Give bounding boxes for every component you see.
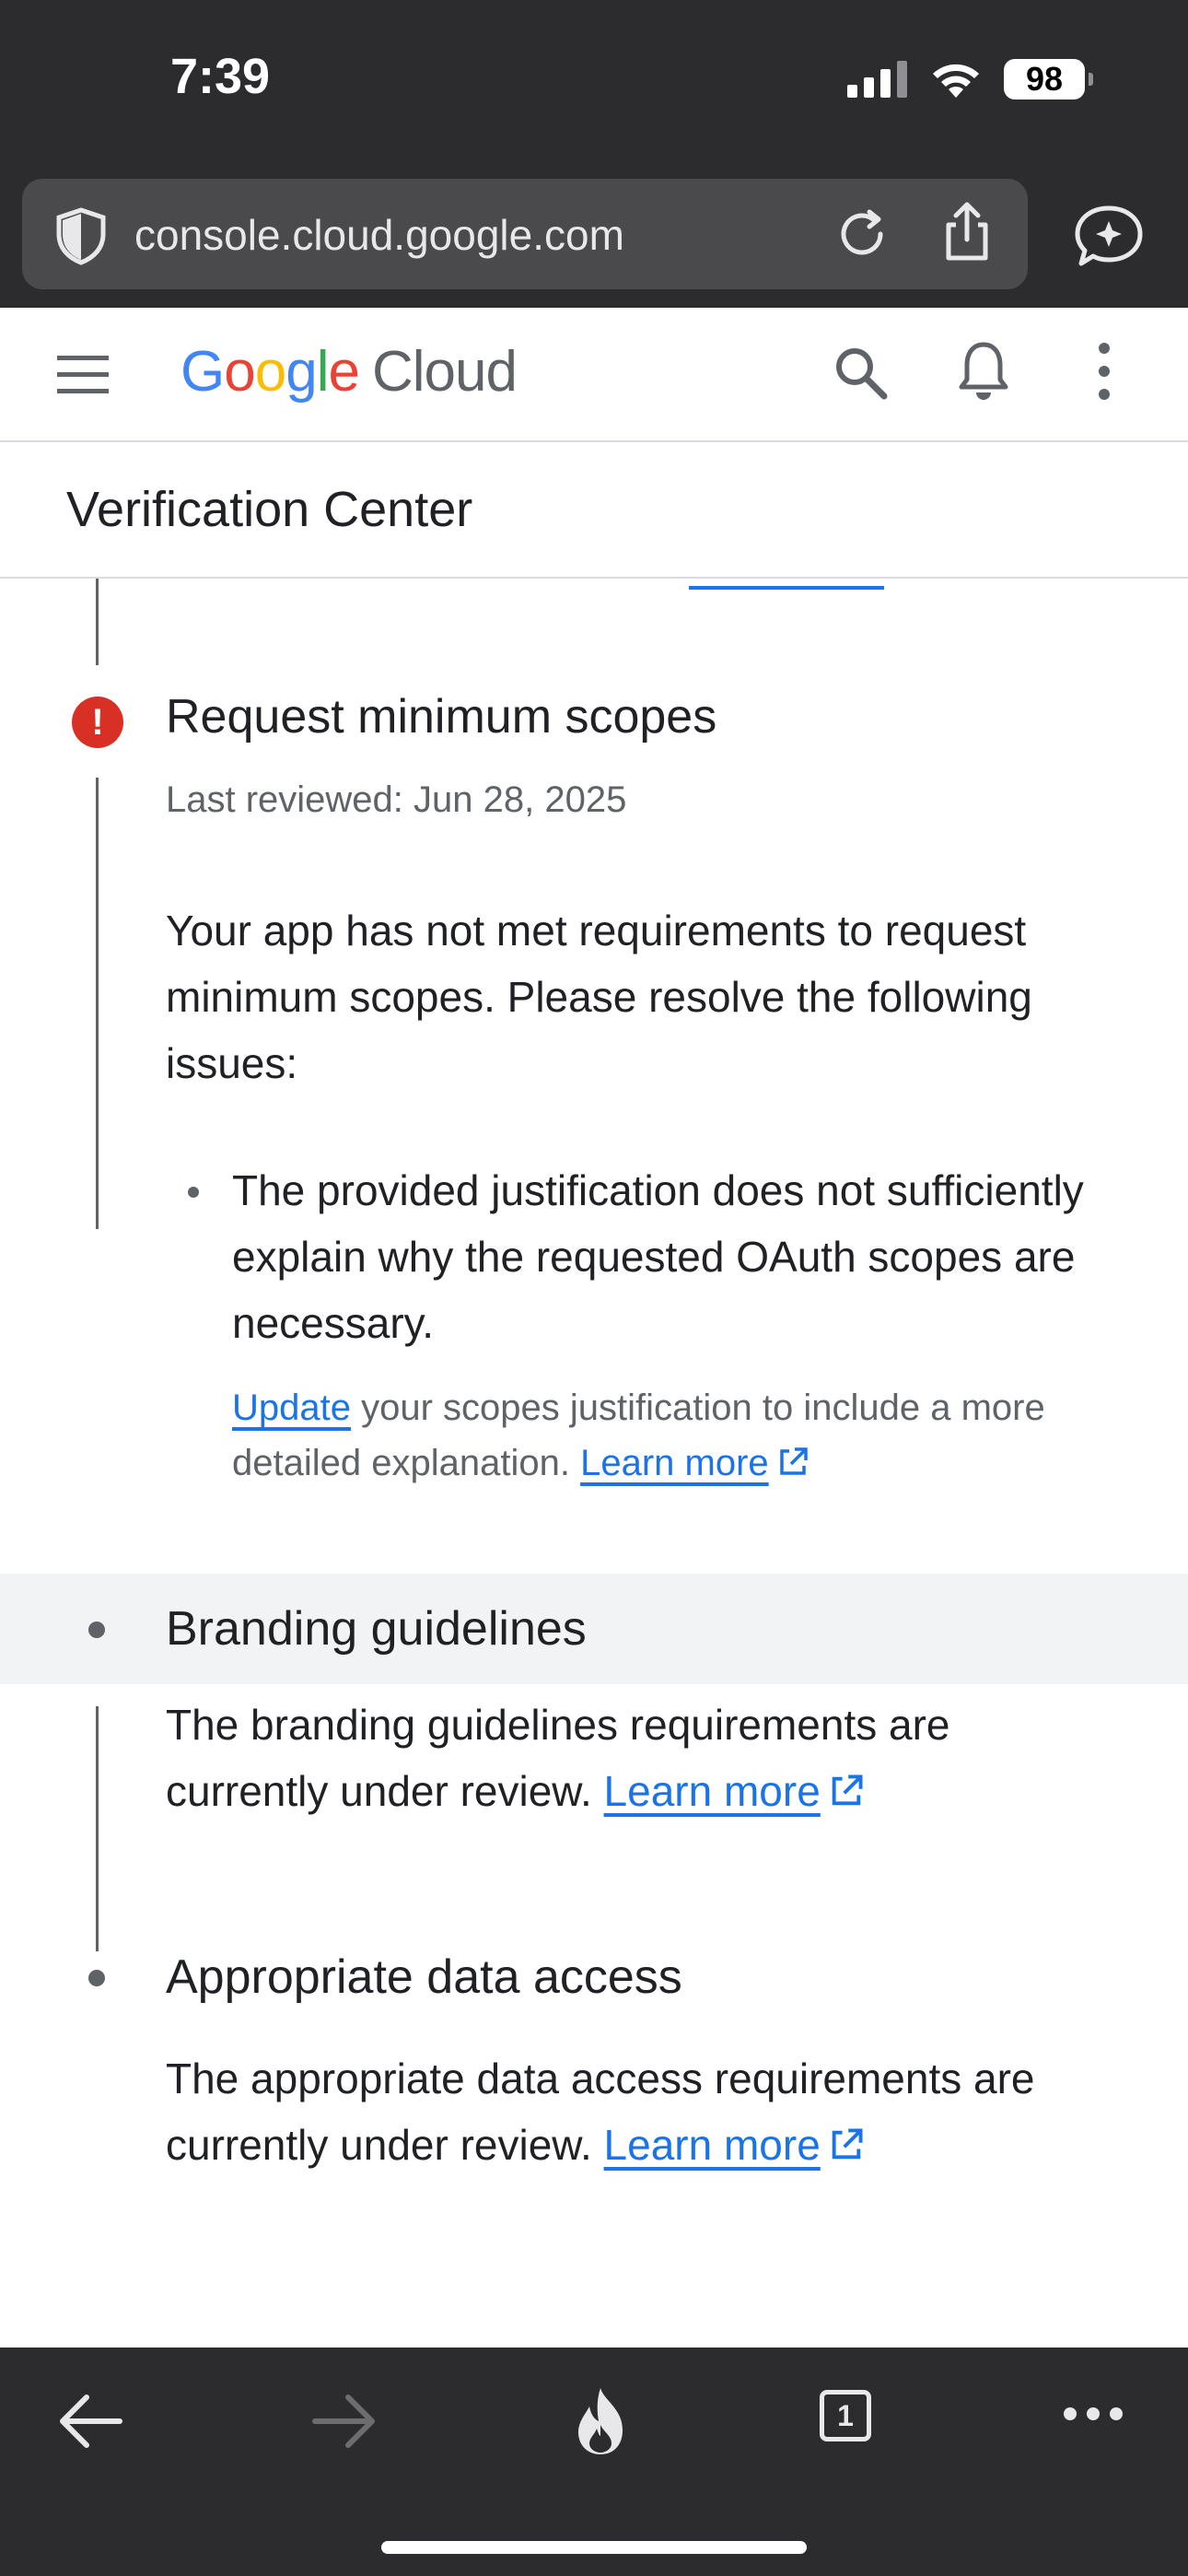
forward-arrow-icon[interactable] bbox=[309, 2388, 379, 2454]
issue-hint: Update your scopes justification to incl… bbox=[232, 1380, 1116, 1491]
more-horiz-icon[interactable] bbox=[1061, 2403, 1125, 2425]
shield-icon[interactable] bbox=[50, 205, 112, 267]
external-link-icon bbox=[779, 1447, 808, 1475]
timeline-line bbox=[96, 778, 99, 1229]
external-link-icon bbox=[832, 1774, 863, 1806]
reload-icon[interactable] bbox=[833, 205, 891, 263]
min-scopes-title: Request minimum scopes bbox=[166, 690, 717, 744]
more-vert-icon[interactable] bbox=[1090, 339, 1118, 404]
learn-more-link[interactable]: Learn more bbox=[580, 1443, 809, 1483]
learn-more-link[interactable]: Learn more bbox=[604, 2121, 865, 2169]
share-icon[interactable] bbox=[938, 201, 996, 263]
browser-chrome-top: 7:39 98 console.cloud.google.com bbox=[0, 0, 1188, 308]
page-title-bar: Verification Center bbox=[0, 442, 1188, 579]
tab-count: 1 bbox=[837, 2398, 854, 2432]
branding-title: Branding guidelines bbox=[166, 1602, 587, 1656]
timeline-line bbox=[96, 1706, 99, 1951]
status-time: 7:39 bbox=[170, 49, 271, 104]
menu-icon[interactable] bbox=[53, 348, 112, 400]
battery-indicator: 98 bbox=[1004, 59, 1093, 100]
google-cloud-logo[interactable]: Google Cloud bbox=[181, 339, 518, 404]
data-access-description: The appropriate data access requirements… bbox=[166, 2055, 1035, 2169]
tabs-icon[interactable]: 1 bbox=[820, 2390, 871, 2441]
branding-description: The branding guidelines requirements are… bbox=[166, 1701, 950, 1815]
branding-row[interactable]: Branding guidelines bbox=[0, 1574, 1188, 1684]
url-text[interactable]: console.cloud.google.com bbox=[134, 210, 624, 260]
bell-icon[interactable] bbox=[954, 339, 1013, 404]
partial-link-underline bbox=[689, 579, 884, 590]
page-title: Verification Center bbox=[66, 482, 473, 537]
address-bar[interactable]: console.cloud.google.com bbox=[22, 179, 1028, 289]
bullet-dot bbox=[188, 1187, 199, 1198]
update-link[interactable]: Update bbox=[232, 1388, 351, 1428]
last-reviewed: Last reviewed: Jun 28, 2025 bbox=[166, 779, 627, 820]
learn-more-link[interactable]: Learn more bbox=[604, 1767, 865, 1815]
error-icon: ! bbox=[72, 697, 123, 748]
home-indicator[interactable] bbox=[381, 2541, 807, 2554]
back-arrow-icon[interactable] bbox=[55, 2388, 125, 2454]
fire-icon[interactable] bbox=[571, 2384, 630, 2458]
search-icon[interactable] bbox=[831, 343, 890, 402]
timeline-line bbox=[96, 579, 99, 665]
external-link-icon bbox=[832, 2128, 863, 2160]
wifi-icon bbox=[933, 64, 979, 98]
cellular-signal-icon bbox=[847, 61, 907, 98]
verification-checklist: ! Request minimum scopes Last reviewed: … bbox=[0, 579, 1188, 2348]
status-dot bbox=[88, 1622, 105, 1638]
ai-assistant-icon[interactable] bbox=[1072, 203, 1146, 269]
issue-text: The provided justification does not suff… bbox=[232, 1166, 1084, 1347]
min-scopes-description: Your app has not met requirements to req… bbox=[166, 907, 1032, 1087]
gc-header: Google Cloud bbox=[0, 308, 1188, 442]
status-icons: 98 bbox=[847, 57, 1093, 101]
data-access-title[interactable]: Appropriate data access bbox=[166, 1950, 682, 2005]
status-dot bbox=[88, 1970, 105, 1986]
